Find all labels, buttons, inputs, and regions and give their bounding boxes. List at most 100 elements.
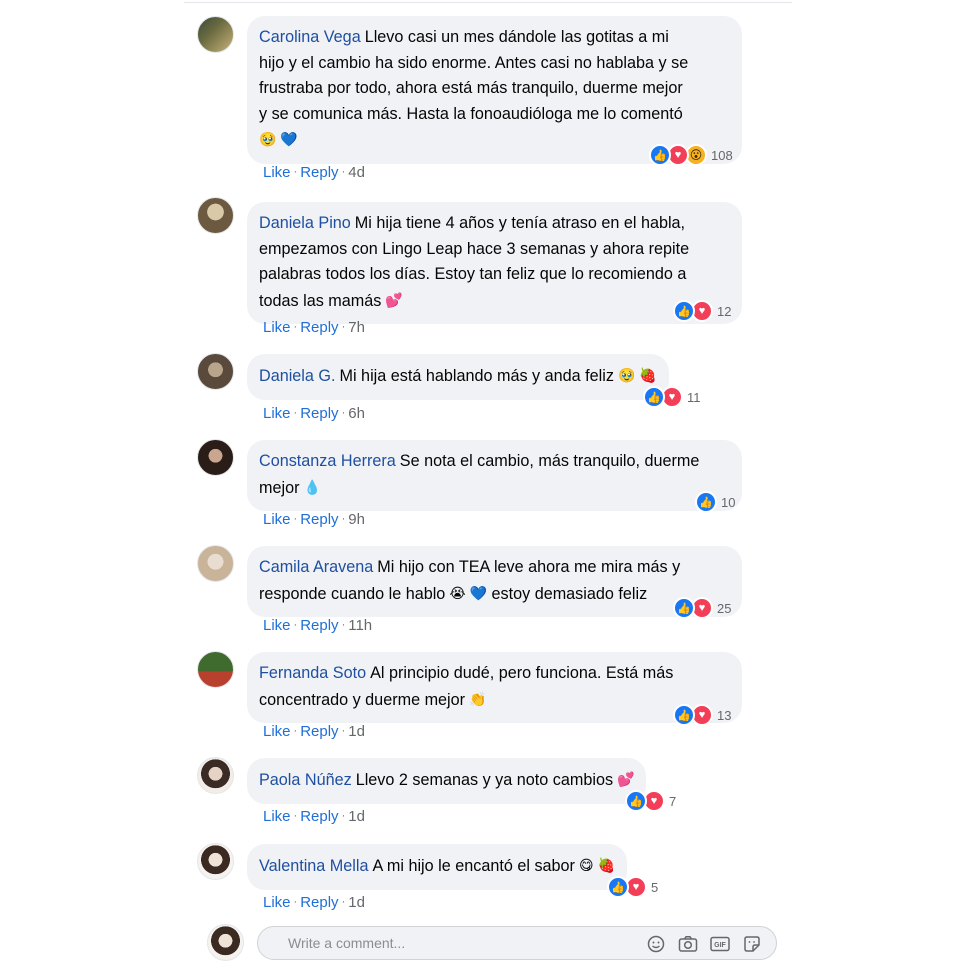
reply-link[interactable]: Reply: [300, 319, 338, 336]
like-link[interactable]: Like: [263, 723, 291, 740]
avatar[interactable]: [197, 439, 234, 476]
separator-dot: ·: [341, 321, 346, 333]
comment-input-wrapper[interactable]: GIF: [257, 926, 777, 960]
reply-link[interactable]: Reply: [300, 723, 338, 740]
separator-dot: ·: [341, 407, 346, 419]
comment-actions: Like · Reply · 1d: [263, 894, 365, 911]
top-divider: [184, 2, 792, 3]
comment-author[interactable]: Fernanda Soto: [259, 664, 366, 682]
reaction-summary[interactable]: 👍 ♥ 5: [607, 876, 658, 898]
reaction-summary[interactable]: 👍 ♥ 11: [643, 386, 701, 408]
comment-timestamp[interactable]: 7h: [348, 319, 365, 336]
reaction-summary[interactable]: 👍 ♥ 😮 108: [649, 144, 733, 166]
like-reaction-icon: 👍: [673, 704, 695, 726]
comment-timestamp[interactable]: 1d: [348, 808, 365, 825]
comment-actions: Like · Reply · 9h: [263, 511, 365, 528]
reply-link[interactable]: Reply: [300, 511, 338, 528]
separator-dot: ·: [341, 896, 346, 908]
reaction-summary[interactable]: 👍 10: [695, 491, 735, 513]
reaction-summary[interactable]: 👍 ♥ 7: [625, 790, 676, 812]
avatar[interactable]: [197, 16, 234, 53]
avatar[interactable]: [197, 651, 234, 688]
avatar[interactable]: [197, 545, 234, 582]
comment-text-tail: estoy demasiado feliz: [491, 584, 648, 603]
comment-actions: Like · Reply · 1d: [263, 808, 365, 825]
emoji-icon[interactable]: [646, 934, 666, 954]
comment-author[interactable]: Camila Aravena: [259, 558, 373, 576]
like-link[interactable]: Like: [263, 319, 291, 336]
comment-author[interactable]: Constanza Herrera: [259, 452, 396, 470]
comment-actions: Like · Reply · 11h: [263, 617, 372, 634]
comment-emoji: 😋 🍓: [578, 857, 615, 873]
like-link[interactable]: Like: [263, 808, 291, 825]
reaction-count: 13: [717, 707, 732, 723]
comment-bubble: Daniela Pino Mi hija tiene 4 años y tenía…: [247, 202, 742, 324]
avatar[interactable]: [197, 353, 234, 390]
comment-line: frustraba por todo, ahora está más tranq…: [259, 79, 683, 97]
avatar[interactable]: [197, 757, 234, 794]
comment-timestamp[interactable]: 6h: [348, 405, 365, 422]
comment-timestamp[interactable]: 9h: [348, 511, 365, 528]
comment-text: A mi hijo le encantó el sabor: [372, 857, 575, 875]
comment-author[interactable]: Paola Núñez: [259, 771, 352, 789]
gif-icon[interactable]: GIF: [710, 934, 730, 954]
comment-emoji: 💕: [617, 771, 635, 787]
comment-author[interactable]: Valentina Mella: [259, 857, 368, 875]
comment-timestamp[interactable]: 4d: [348, 164, 365, 181]
reaction-count: 25: [717, 600, 732, 616]
comment-line: y se comunica más. Hasta la fonoaudiólog…: [259, 104, 683, 123]
camera-icon[interactable]: [678, 934, 698, 954]
like-reaction-icon: 👍: [673, 300, 695, 322]
avatar[interactable]: [197, 843, 234, 880]
comment-author[interactable]: Carolina Vega: [259, 28, 361, 46]
comment-input[interactable]: [288, 935, 608, 951]
comment-timestamp[interactable]: 11h: [348, 617, 372, 634]
reply-link[interactable]: Reply: [300, 164, 338, 181]
comment-actions: Like · Reply · 4d: [263, 164, 365, 181]
reaction-count: 10: [721, 494, 736, 510]
comment-author[interactable]: Daniela Pino: [259, 214, 351, 232]
like-link[interactable]: Like: [263, 164, 291, 181]
comment-line: hijo y el cambio ha sido enorme. Antes c…: [259, 53, 689, 72]
reaction-summary[interactable]: 👍 ♥ 12: [673, 300, 731, 322]
comment-emoji: 👏: [469, 690, 487, 707]
like-link[interactable]: Like: [263, 511, 291, 528]
separator-dot: ·: [293, 513, 298, 525]
current-user-avatar[interactable]: [207, 924, 244, 961]
separator-dot: ·: [341, 166, 346, 178]
separator-dot: ·: [341, 810, 346, 822]
comment-emoji: 💧: [303, 478, 321, 495]
comment-author[interactable]: Daniela G.: [259, 367, 335, 385]
comment-text: Llevo 2 semanas y ya noto cambios: [355, 771, 614, 789]
reply-link[interactable]: Reply: [300, 894, 338, 911]
like-reaction-icon: 👍: [673, 597, 695, 619]
like-link[interactable]: Like: [263, 617, 291, 634]
separator-dot: ·: [341, 513, 346, 525]
like-link[interactable]: Like: [263, 405, 291, 422]
comment-timestamp[interactable]: 1d: [348, 723, 365, 740]
reaction-summary[interactable]: 👍 ♥ 25: [673, 597, 731, 619]
reply-link[interactable]: Reply: [300, 405, 338, 422]
sticker-icon[interactable]: [742, 934, 762, 954]
like-reaction-icon: 👍: [643, 386, 665, 408]
comment-emoji: 🥹 🍓: [617, 367, 657, 383]
separator-dot: ·: [293, 725, 298, 737]
comment-timestamp[interactable]: 1d: [348, 894, 365, 911]
comment-bubble: Carolina Vega Llevo casi un mes dándole l…: [247, 16, 742, 164]
comment-bubble: Camila Aravena Mi hijo con TEA leve ahora…: [247, 546, 742, 617]
comment-text: Mi hija está hablando más y anda feliz: [339, 367, 614, 385]
comment-bubble: Paola Núñez Llevo 2 semanas y ya noto cam…: [247, 758, 647, 804]
comment-emoji: 💕: [385, 291, 403, 308]
reaction-count: 7: [669, 793, 677, 809]
like-reaction-icon: 👍: [649, 144, 671, 166]
reaction-summary[interactable]: 👍 ♥ 13: [673, 704, 731, 726]
like-link[interactable]: Like: [263, 894, 291, 911]
like-reaction-icon: 👍: [695, 491, 717, 513]
reply-link[interactable]: Reply: [300, 617, 338, 634]
like-reaction-icon: 👍: [625, 790, 647, 812]
comment-actions: Like · Reply · 1d: [263, 723, 365, 740]
reaction-count: 5: [651, 879, 659, 895]
avatar[interactable]: [197, 197, 234, 234]
reply-link[interactable]: Reply: [300, 808, 338, 825]
comment-actions: Like · Reply · 6h: [263, 405, 365, 422]
